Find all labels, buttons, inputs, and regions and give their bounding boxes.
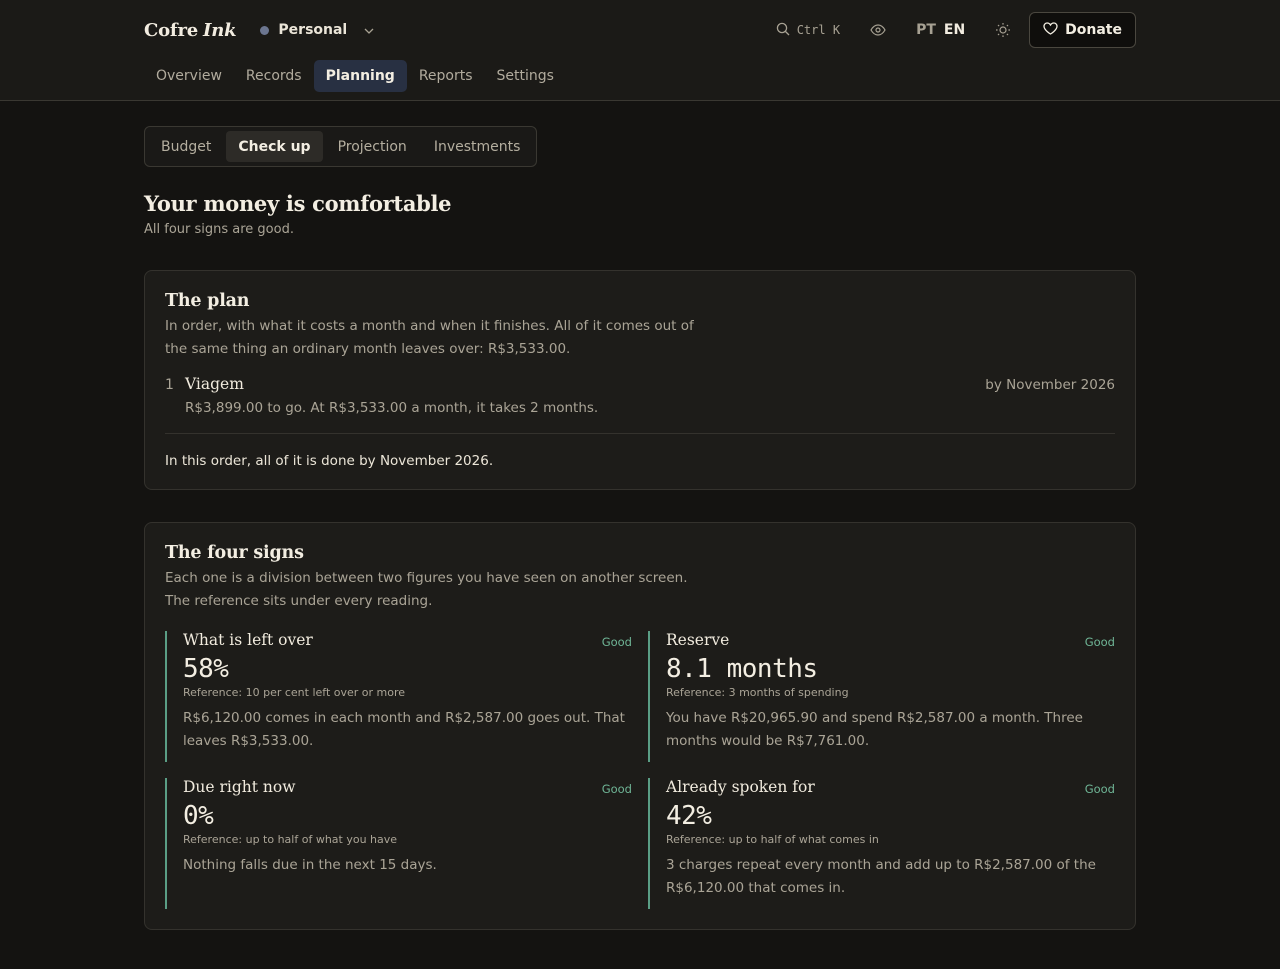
brand-name-italic: Ink <box>203 19 237 41</box>
sign-title: Due right now <box>183 778 296 796</box>
status-badge: Good <box>601 635 632 649</box>
divider <box>165 433 1115 434</box>
signs-grid: What is left over Good 58% Reference: 10… <box>165 631 1115 909</box>
workspace-label: Personal <box>278 22 348 38</box>
subtab-budget[interactable]: Budget <box>149 131 223 162</box>
sign-due-now: Due right now Good 0% Reference: up to h… <box>165 778 632 909</box>
plan-item-detail: R$3,899.00 to go. At R$3,533.00 a month,… <box>185 400 599 416</box>
sign-left-over: What is left over Good 58% Reference: 10… <box>165 631 632 762</box>
status-badge: Good <box>1084 635 1115 649</box>
sun-icon[interactable] <box>995 22 1011 38</box>
sign-body: 3 charges repeat every month and add up … <box>666 857 1096 896</box>
tab-overview[interactable]: Overview <box>144 60 234 92</box>
workspace-dot-icon <box>260 25 270 35</box>
workspace-switcher[interactable]: Personal <box>260 22 374 38</box>
plan-card: The plan In order, with what it costs a … <box>144 270 1136 490</box>
status-badge: Good <box>1084 782 1115 796</box>
sign-reference: Reference: 10 per cent left over or more <box>183 686 406 699</box>
sign-reference: Reference: up to half of what comes in <box>666 833 879 846</box>
page-title: Your money is comfortable <box>144 191 452 216</box>
subtab-investments[interactable]: Investments <box>422 131 533 162</box>
search-shortcut: Ctrl K <box>796 23 841 37</box>
sign-body: You have R$20,965.90 and spend R$2,587.0… <box>666 710 1083 749</box>
lang-pt-button[interactable]: PT <box>916 22 936 38</box>
donate-button[interactable]: Donate <box>1029 12 1136 48</box>
sign-reference: Reference: up to half of what you have <box>183 833 398 846</box>
sign-value: 42% <box>666 801 712 831</box>
search-icon <box>776 22 790 39</box>
sign-reference: Reference: 3 months of spending <box>666 686 849 699</box>
main-content: Budget Check up Projection Investments Y… <box>144 101 1136 930</box>
page-subtitle: All four signs are good. <box>144 222 294 237</box>
subtab-projection[interactable]: Projection <box>326 131 419 162</box>
main-nav: Overview Records Planning Reports Settin… <box>144 60 1136 100</box>
sign-title: What is left over <box>183 631 313 649</box>
search-button[interactable]: Ctrl K <box>776 22 840 39</box>
plan-item-name: Viagem <box>185 375 244 393</box>
tab-settings[interactable]: Settings <box>485 60 566 92</box>
eye-icon[interactable] <box>870 24 886 36</box>
planning-subnav: Budget Check up Projection Investments <box>144 126 538 167</box>
sign-value: 0% <box>183 801 214 831</box>
brand-name: Cofre <box>144 19 199 41</box>
sign-title: Reserve <box>666 631 730 649</box>
lang-en-button[interactable]: EN <box>944 22 965 38</box>
sign-reserve: Reserve Good 8.1 months Reference: 3 mon… <box>648 631 1115 762</box>
plan-item-deadline: by November 2026 <box>985 377 1115 393</box>
donate-label: Donate <box>1065 22 1122 38</box>
plan-description: In order, with what it costs a month and… <box>165 318 694 357</box>
plan-summary: In this order, all of it is done by Nove… <box>165 453 494 469</box>
status-badge: Good <box>601 782 632 796</box>
signs-card: The four signs Each one is a division be… <box>144 522 1136 930</box>
sign-body: R$6,120.00 comes in each month and R$2,5… <box>183 710 625 749</box>
sign-body: Nothing falls due in the next 15 days. <box>183 857 437 873</box>
plan-title: The plan <box>165 291 250 311</box>
plan-item-number: 1 <box>165 377 174 393</box>
chevron-down-icon <box>364 22 374 38</box>
signs-description: Each one is a division between two figur… <box>165 570 688 609</box>
signs-title: The four signs <box>165 543 304 563</box>
sign-value: 58% <box>183 654 229 684</box>
sign-spoken-for: Already spoken for Good 42% Reference: u… <box>648 778 1115 909</box>
top-bar: Cofre Ink Personal Ctrl K PT EN Donate O… <box>0 0 1280 101</box>
subtab-check-up[interactable]: Check up <box>226 131 323 162</box>
sign-value: 8.1 months <box>666 654 818 684</box>
heart-icon <box>1043 21 1058 39</box>
sign-title: Already spoken for <box>666 778 815 796</box>
language-switcher: PT EN <box>916 22 965 38</box>
tab-reports[interactable]: Reports <box>407 60 485 92</box>
plan-item: 1 Viagem R$3,899.00 to go. At R$3,533.00… <box>165 375 1115 416</box>
brand-logo[interactable]: Cofre Ink <box>144 19 237 41</box>
tab-planning[interactable]: Planning <box>313 60 407 92</box>
tab-records[interactable]: Records <box>234 60 314 92</box>
